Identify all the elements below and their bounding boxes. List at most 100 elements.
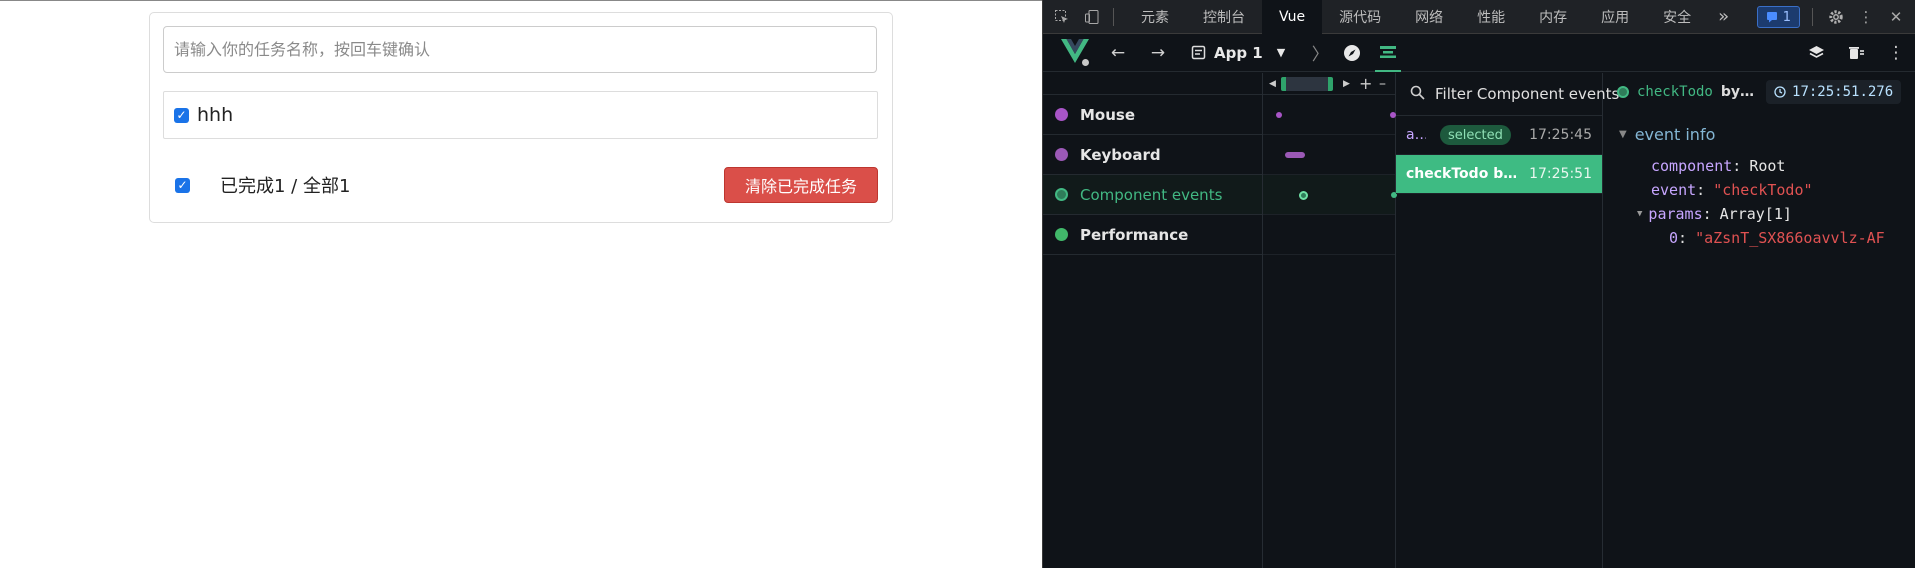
layer-performance[interactable]: Performance: [1043, 215, 1262, 255]
timeline-event-mark[interactable]: [1285, 152, 1305, 158]
layer-label: Mouse: [1080, 105, 1136, 124]
clear-completed-button[interactable]: 清除已完成任务: [724, 167, 878, 203]
compass-icon[interactable]: [1339, 40, 1365, 66]
tab-vue[interactable]: Vue: [1262, 0, 1323, 34]
kebab-menu-icon[interactable]: ⋮: [1883, 40, 1909, 66]
todo-card: ✓ hhh ✓ 已完成1 / 全部1 清除已完成任务: [149, 12, 893, 223]
issues-count: 1: [1782, 9, 1791, 25]
app-selector-label: App 1: [1214, 43, 1263, 62]
layer-keyboard[interactable]: Keyboard: [1043, 135, 1262, 175]
event-inspector: checkTodo by… 17:25:51.276 ▼ event info …: [1603, 73, 1915, 568]
vue-toolbar-actions: ⋮: [1803, 34, 1909, 72]
inspect-element-icon[interactable]: [1051, 6, 1073, 28]
timeline-row-performance: [1263, 215, 1395, 255]
field-key: component: [1651, 157, 1733, 175]
event-filter[interactable]: Filter Component events: [1396, 73, 1619, 116]
connection-status-dot: [1080, 56, 1091, 68]
gear-icon[interactable]: [1825, 6, 1847, 28]
chevron-right-icon: 〉: [1311, 45, 1329, 65]
vue-toolbar: ← → App 1 ▼ 〉 ⋮: [1043, 34, 1915, 72]
tab-console[interactable]: 控制台: [1186, 0, 1262, 34]
todo-item-checkbox[interactable]: ✓: [174, 107, 189, 123]
timeline-track: ◀ ▶ + –: [1263, 73, 1397, 568]
layer-mouse[interactable]: Mouse: [1043, 95, 1262, 135]
more-tabs-button[interactable]: »: [1708, 0, 1739, 34]
event-name: checkTodo b…: [1406, 166, 1516, 182]
task-name-input[interactable]: [163, 26, 877, 73]
clock-icon: [1774, 86, 1786, 98]
layer-color-dot: [1055, 228, 1068, 241]
tab-sources[interactable]: 源代码: [1322, 0, 1398, 34]
field-param-0: 0: "aZsnT_SX866oavvlz-AF: [1669, 229, 1885, 247]
timeline-row-keyboard: [1263, 135, 1395, 175]
events-list: Filter Component events a… selected 17:2…: [1396, 73, 1619, 568]
search-icon: [1410, 85, 1425, 104]
todo-footer: ✓ 已完成1 / 全部1 清除已完成任务: [163, 165, 878, 205]
layers-list: Mouse Keyboard Component events Performa…: [1043, 73, 1263, 568]
tab-performance[interactable]: 性能: [1460, 0, 1522, 34]
timeline-event-mark[interactable]: [1299, 191, 1308, 200]
scroll-left-icon[interactable]: ◀: [1269, 79, 1276, 89]
field-key: params: [1648, 205, 1703, 223]
app-selector[interactable]: App 1 ▼: [1191, 44, 1285, 62]
close-icon[interactable]: ✕: [1885, 6, 1907, 28]
app-icon: [1191, 45, 1206, 60]
tab-network[interactable]: 网络: [1398, 0, 1460, 34]
field-event: event: "checkTodo": [1651, 181, 1813, 199]
event-filter-placeholder: Filter Component events: [1435, 85, 1620, 103]
kebab-menu-icon[interactable]: ⋮: [1855, 6, 1877, 28]
scroll-right-icon[interactable]: ▶: [1343, 79, 1350, 89]
inspector-by: by…: [1720, 84, 1755, 100]
todo-page: ✓ hhh ✓ 已完成1 / 全部1 清除已完成任务: [0, 0, 1042, 568]
caret-down-icon: ▼: [1619, 129, 1627, 140]
clear-timeline-icon[interactable]: [1843, 40, 1869, 66]
check-all-checkbox[interactable]: ✓: [175, 177, 190, 193]
todo-item-label: hhh: [197, 104, 234, 126]
event-row[interactable]: a… selected 17:25:45: [1396, 116, 1602, 155]
layers-icon[interactable]: [1803, 40, 1829, 66]
timeline-event-mark[interactable]: [1276, 112, 1282, 118]
field-key: 0: [1669, 229, 1679, 247]
field-key: event: [1651, 181, 1697, 199]
inspector-header: checkTodo by… 17:25:51.276: [1603, 73, 1915, 111]
layer-label: Keyboard: [1080, 145, 1161, 164]
timeline-icon[interactable]: [1375, 34, 1402, 72]
timeline-range-handle[interactable]: [1281, 77, 1333, 91]
timeline-row-mouse: [1263, 95, 1396, 135]
field-value: "checkTodo": [1713, 181, 1813, 199]
layers-header: [1043, 73, 1262, 95]
event-timestamp: 17:25:51.276: [1792, 84, 1894, 100]
tabbar-divider: [1812, 8, 1813, 26]
zoom-in-button[interactable]: +: [1359, 74, 1372, 93]
layer-label: Component events: [1080, 185, 1223, 204]
layer-component-events[interactable]: Component events: [1043, 175, 1262, 215]
device-toolbar-icon[interactable]: [1081, 6, 1103, 28]
event-row-selected[interactable]: checkTodo b… 17:25:51: [1396, 155, 1602, 194]
tab-application[interactable]: 应用: [1584, 0, 1646, 34]
devtools-panel: 元素 控制台 Vue 源代码 网络 性能 内存 应用 安全 » 1 ⋮ ✕ ← …: [1042, 0, 1915, 568]
issues-badge[interactable]: 1: [1756, 6, 1800, 28]
event-info-section[interactable]: ▼ event info: [1603, 125, 1915, 144]
caret-down-icon: ▼: [1637, 209, 1643, 219]
tabbar-actions: 1 ⋮ ✕: [1756, 0, 1915, 34]
message-icon: [1766, 12, 1777, 23]
forward-arrow-icon[interactable]: →: [1145, 40, 1171, 66]
event-time: 17:25:45: [1529, 127, 1592, 143]
todo-item: ✓ hhh: [163, 91, 878, 139]
tab-security[interactable]: 安全: [1646, 0, 1708, 34]
layer-color-dot: [1055, 148, 1068, 161]
field-value: Root: [1749, 157, 1786, 175]
timeline-row-component-events: [1263, 175, 1397, 215]
tab-elements[interactable]: 元素: [1124, 0, 1186, 34]
layer-color-dot: [1055, 188, 1068, 201]
tab-memory[interactable]: 内存: [1522, 0, 1584, 34]
timeline-range-bar: ◀ ▶ + –: [1263, 73, 1395, 95]
inspector-title: checkTodo: [1637, 84, 1713, 100]
back-arrow-icon[interactable]: ←: [1105, 40, 1131, 66]
devtools-tabbar: 元素 控制台 Vue 源代码 网络 性能 内存 应用 安全 » 1 ⋮ ✕: [1043, 0, 1915, 34]
field-params[interactable]: ▼ params: Array[1]: [1603, 202, 1915, 226]
zoom-out-button[interactable]: –: [1379, 76, 1386, 92]
section-title: event info: [1634, 125, 1716, 144]
layer-label: Performance: [1080, 225, 1189, 244]
layer-color-dot: [1055, 108, 1068, 121]
